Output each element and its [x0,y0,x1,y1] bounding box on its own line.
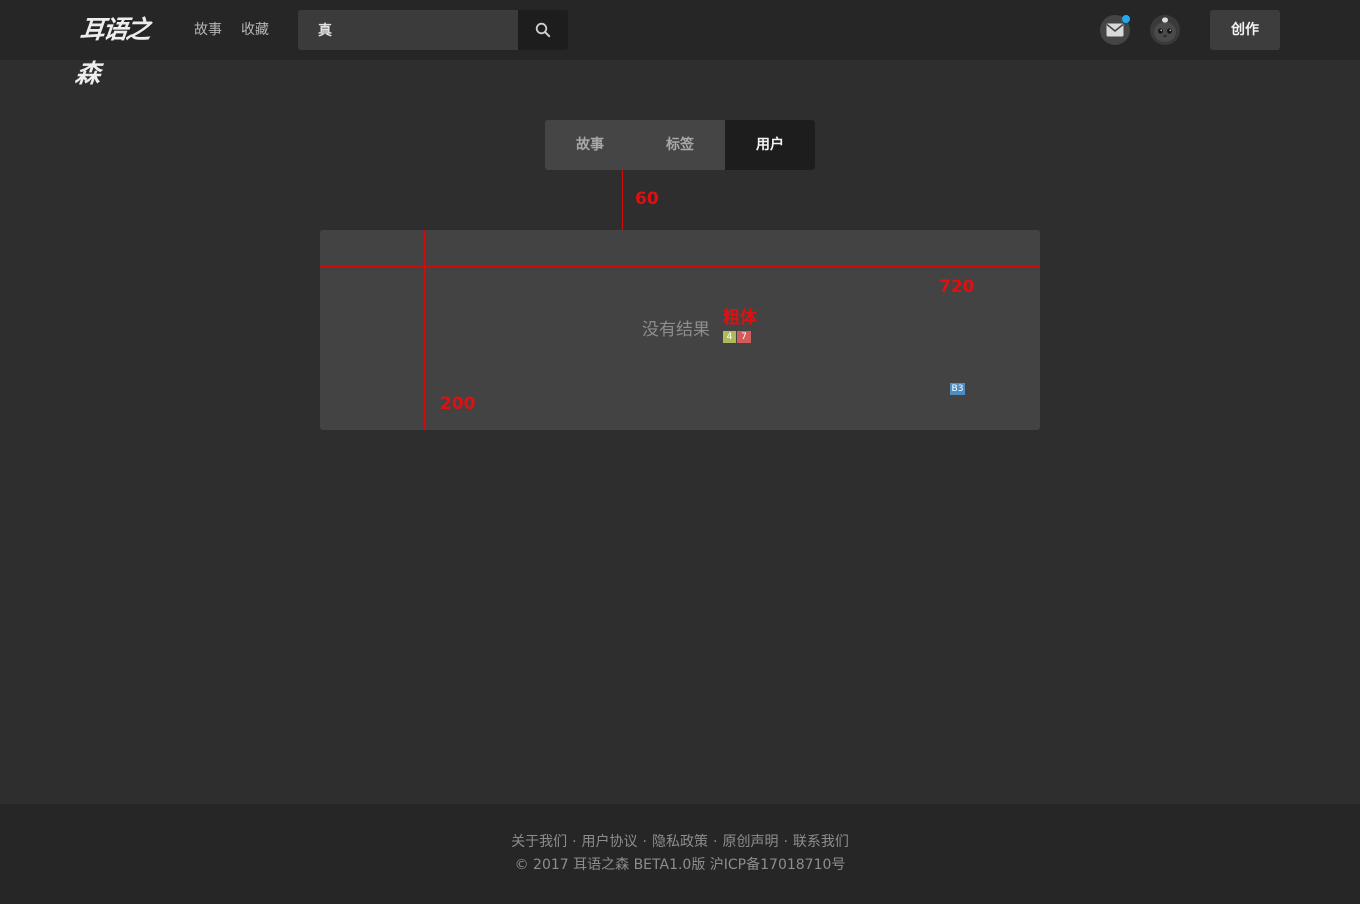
footer-link-agreement[interactable]: 用户协议 [582,834,638,850]
footer-link-privacy[interactable]: 隐私政策 [652,834,708,850]
user-avatar[interactable] [1150,15,1180,45]
search-input[interactable] [298,10,518,50]
footer-links: 关于我们 · 用户协议 · 隐私政策 · 原创声明 · 联系我们 [0,832,1360,852]
footer-separator: · [713,834,718,850]
footer-link-about[interactable]: 关于我们 [511,834,567,850]
search-type-tabs: 故事 标签 用户 [545,120,815,170]
annotation-chip-4: 4 [723,331,736,343]
tab-stories[interactable]: 故事 [545,120,635,170]
footer-separator: · [783,834,788,850]
annotation-gap-label: 60 [635,189,659,209]
footer-separator: · [572,834,577,850]
footer-link-contact[interactable]: 联系我们 [793,834,849,850]
page-footer: 关于我们 · 用户协议 · 隐私政策 · 原创声明 · 联系我们 © 2017 耳语之森 BET… [0,804,1360,904]
footer-copyright: © 2017 耳语之森 BETA1.0版 沪ICP备17018710号 [514,857,846,873]
annotation-chip-b3: B3 [950,383,965,395]
annotation-width-label: 720 [939,277,975,297]
tab-tags[interactable]: 标签 [635,120,725,170]
footer-separator: · [642,834,647,850]
annotation-height-line [424,230,425,430]
mail-icon [1106,23,1124,37]
annotation-height-label: 200 [440,394,476,414]
top-header: 耳语之森 故事 收藏 创作 [0,0,1360,88]
nav-story[interactable]: 故事 [194,20,222,40]
search-button[interactable] [518,10,568,50]
footer-link-original[interactable]: 原创声明 [722,834,778,850]
annotation-gap-line [622,170,623,230]
create-button[interactable]: 创作 [1210,10,1280,50]
nav-favorites[interactable]: 收藏 [241,20,269,40]
site-logo[interactable]: 耳语之森 [74,8,171,88]
messages-button[interactable] [1100,15,1130,45]
annotation-chip-7: 7 [737,331,751,343]
search-icon [535,22,551,38]
annotation-font-label: 粗体 [723,308,757,328]
avatar-face-icon [1150,15,1180,45]
tab-users[interactable]: 用户 [725,120,815,170]
notification-dot [1122,15,1130,23]
no-results-text: 没有结果 [642,320,710,340]
results-panel: 没有结果 [320,230,1040,430]
annotation-width-line [320,266,1040,267]
